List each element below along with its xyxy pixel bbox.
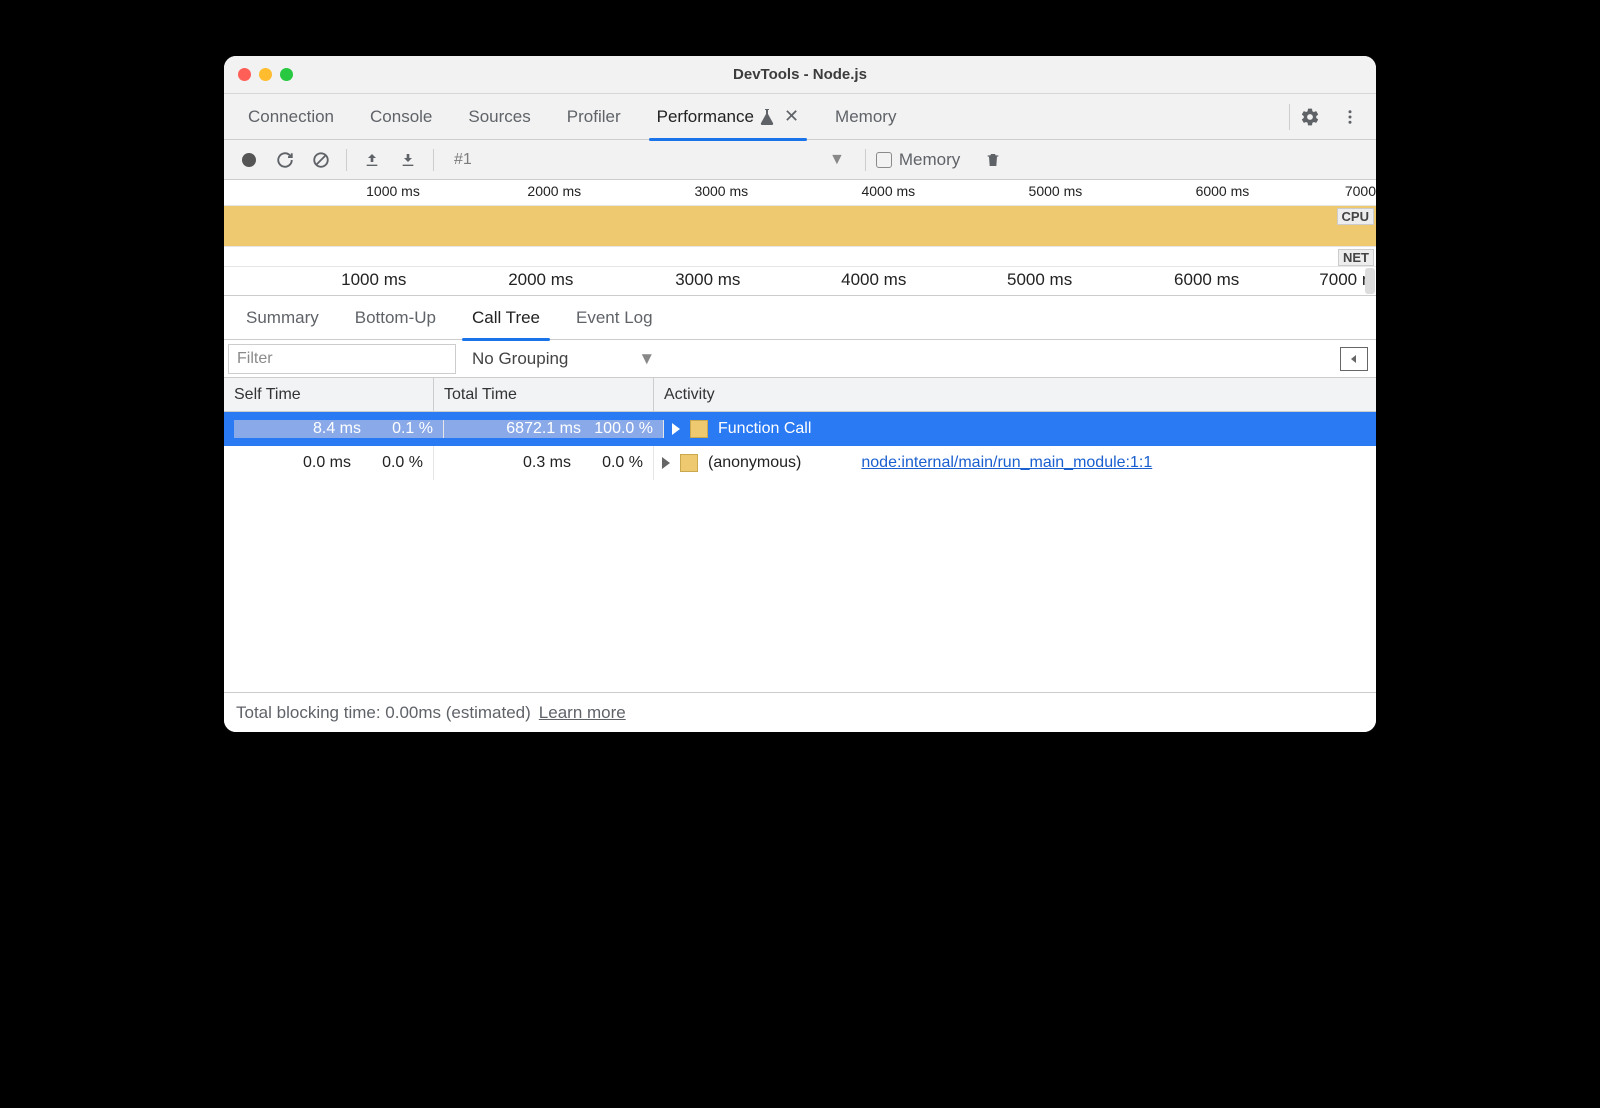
- delete-profile-button[interactable]: [978, 145, 1008, 175]
- ruler-tick: 2000 ms: [508, 267, 573, 290]
- settings-button[interactable]: [1290, 97, 1330, 137]
- cell-self-time: 0.0 ms0.0 %: [224, 446, 434, 480]
- status-footer: Total blocking time: 0.00ms (estimated) …: [224, 692, 1376, 732]
- minimize-window-button[interactable]: [259, 68, 272, 81]
- calltree-body[interactable]: 8.4 ms0.1 % 6872.1 ms100.0 % Function Ca…: [224, 412, 1376, 692]
- filter-input[interactable]: [228, 344, 456, 374]
- chevron-down-icon: ▼: [638, 349, 655, 369]
- scripting-category-icon: [680, 454, 698, 472]
- profile-selector[interactable]: #1 ▼: [444, 145, 855, 175]
- ruler-tick: 1000 ms: [341, 267, 406, 290]
- titlebar: DevTools - Node.js: [224, 56, 1376, 94]
- learn-more-link[interactable]: Learn more: [539, 703, 626, 723]
- cell-total-time: 6872.1 ms100.0 %: [444, 420, 664, 438]
- checkbox-icon: [876, 152, 892, 168]
- subtab-label: Summary: [246, 308, 319, 328]
- tab-label: Console: [370, 107, 432, 127]
- ruler-tick: 7000: [1345, 180, 1376, 199]
- tab-profiler[interactable]: Profiler: [549, 94, 639, 140]
- devtools-window: DevTools - Node.js Connection Console So…: [224, 56, 1376, 732]
- record-button[interactable]: [234, 145, 264, 175]
- filter-bar: No Grouping ▼: [224, 340, 1376, 378]
- activity-name: Function Call: [718, 420, 811, 438]
- reload-button[interactable]: [270, 145, 300, 175]
- toggle-sidebar-button[interactable]: [1340, 347, 1368, 371]
- subtab-call-tree[interactable]: Call Tree: [454, 296, 558, 340]
- main-tabs: Connection Console Sources Profiler Perf…: [224, 94, 1376, 140]
- tab-label: Sources: [468, 107, 530, 127]
- memory-checkbox-label: Memory: [899, 150, 960, 170]
- ruler-tick: 3000 ms: [694, 180, 748, 199]
- net-overview-band: NET: [224, 246, 1376, 266]
- subtab-bottom-up[interactable]: Bottom-Up: [337, 296, 454, 340]
- ruler-tick: 5000 ms: [1007, 267, 1072, 290]
- download-button[interactable]: [393, 145, 423, 175]
- window-title: DevTools - Node.js: [224, 66, 1376, 83]
- tab-connection[interactable]: Connection: [230, 94, 352, 140]
- col-self-time[interactable]: Self Time: [224, 378, 434, 411]
- tab-label: Connection: [248, 107, 334, 127]
- grouping-selector[interactable]: No Grouping ▼: [472, 349, 655, 369]
- cpu-band-label: CPU: [1337, 208, 1374, 225]
- subtab-label: Call Tree: [472, 308, 540, 328]
- traffic-lights: [224, 68, 293, 81]
- tab-memory[interactable]: Memory: [817, 94, 914, 140]
- ruler-tick: 6000 ms: [1174, 267, 1239, 290]
- ruler-tick: 6000 ms: [1196, 180, 1250, 199]
- subtab-event-log[interactable]: Event Log: [558, 296, 671, 340]
- subtab-label: Event Log: [576, 308, 653, 328]
- tab-label: Profiler: [567, 107, 621, 127]
- ruler-tick: 3000 ms: [675, 267, 740, 290]
- tab-sources[interactable]: Sources: [450, 94, 548, 140]
- upload-button[interactable]: [357, 145, 387, 175]
- ruler-tick: 1000 ms: [366, 180, 420, 199]
- cell-activity: Function Call: [664, 420, 1366, 438]
- tab-performance[interactable]: Performance ✕: [639, 94, 817, 140]
- timeline-overview[interactable]: 1000 ms 2000 ms 3000 ms 4000 ms 5000 ms …: [224, 180, 1376, 296]
- main-ruler[interactable]: 1000 ms 2000 ms 3000 ms 4000 ms 5000 ms …: [224, 266, 1376, 296]
- ruler-tick: 2000 ms: [527, 180, 581, 199]
- more-menu-button[interactable]: [1330, 97, 1370, 137]
- scroll-handle[interactable]: [1365, 268, 1375, 294]
- zoom-window-button[interactable]: [280, 68, 293, 81]
- overview-ruler: 1000 ms 2000 ms 3000 ms 4000 ms 5000 ms …: [224, 180, 1376, 206]
- grouping-label: No Grouping: [472, 349, 568, 369]
- calltree-header: Self Time Total Time Activity: [224, 378, 1376, 412]
- flask-icon: [760, 109, 774, 125]
- chevron-down-icon: ▼: [829, 151, 845, 169]
- ruler-tick: 4000 ms: [861, 180, 915, 199]
- ruler-tick: 5000 ms: [1029, 180, 1083, 199]
- tab-label: Performance: [657, 107, 754, 127]
- cell-self-time: 8.4 ms0.1 %: [234, 420, 444, 438]
- tab-label: Memory: [835, 107, 896, 127]
- expand-icon[interactable]: [672, 423, 680, 435]
- subtab-label: Bottom-Up: [355, 308, 436, 328]
- col-activity[interactable]: Activity: [654, 378, 1376, 411]
- cell-total-time: 0.3 ms0.0 %: [434, 446, 654, 480]
- tab-console[interactable]: Console: [352, 94, 450, 140]
- cpu-overview-band: CPU: [224, 206, 1376, 246]
- expand-icon[interactable]: [662, 457, 670, 469]
- subtab-summary[interactable]: Summary: [228, 296, 337, 340]
- close-tab-icon[interactable]: ✕: [784, 106, 799, 127]
- net-band-label: NET: [1338, 249, 1374, 266]
- cell-activity: (anonymous) node:internal/main/run_main_…: [654, 446, 1376, 480]
- col-total-time[interactable]: Total Time: [434, 378, 654, 411]
- performance-toolbar: #1 ▼ Memory: [224, 140, 1376, 180]
- memory-checkbox[interactable]: Memory: [876, 150, 972, 170]
- table-row[interactable]: 0.0 ms0.0 % 0.3 ms0.0 % (anonymous) node…: [224, 446, 1376, 480]
- ruler-tick: 4000 ms: [841, 267, 906, 290]
- source-link[interactable]: node:internal/main/run_main_module:1:1: [861, 454, 1152, 472]
- blocking-time-text: Total blocking time: 0.00ms (estimated): [236, 703, 531, 723]
- scripting-category-icon: [690, 420, 708, 438]
- profile-selected-label: #1: [454, 151, 472, 169]
- table-row[interactable]: 8.4 ms0.1 % 6872.1 ms100.0 % Function Ca…: [224, 412, 1376, 446]
- details-subtabs: Summary Bottom-Up Call Tree Event Log: [224, 296, 1376, 340]
- activity-name: (anonymous): [708, 454, 801, 472]
- clear-button[interactable]: [306, 145, 336, 175]
- close-window-button[interactable]: [238, 68, 251, 81]
